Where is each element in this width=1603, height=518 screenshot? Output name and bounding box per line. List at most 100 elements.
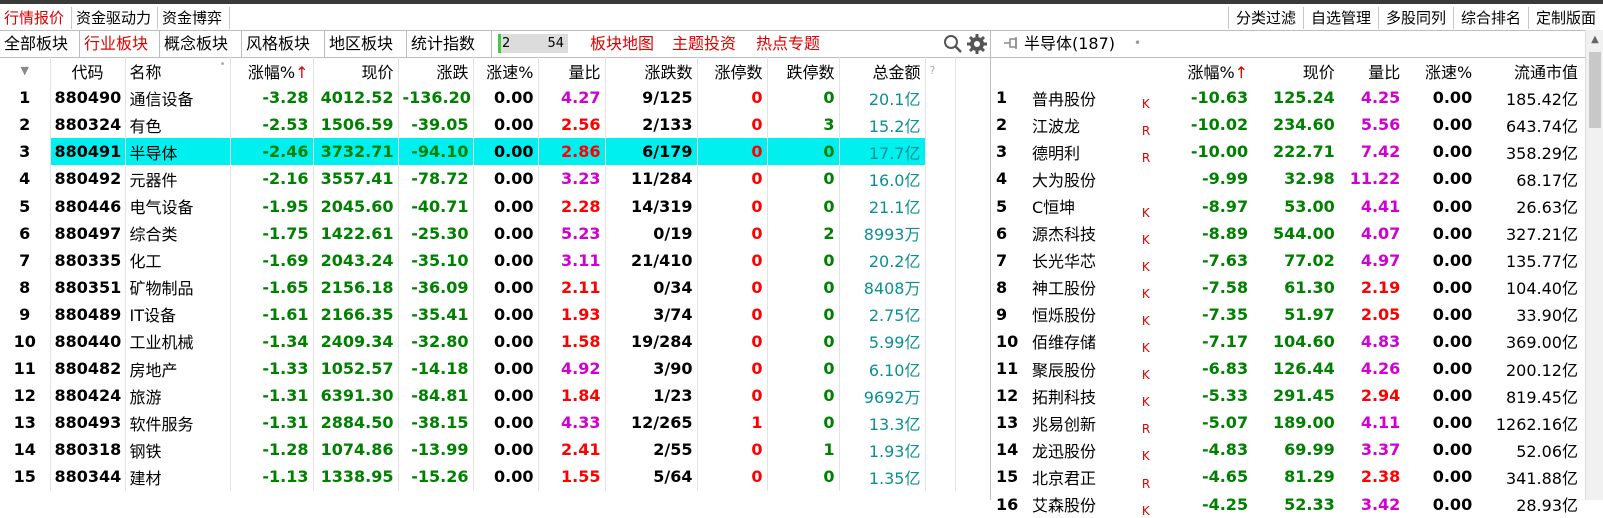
table-row[interactable]: 13 880493 软件服务 -1.31 2884.50 -38.15 0.00 4.33 12… <box>0 409 956 437</box>
watchlist-manage-button[interactable]: 自选管理 <box>1303 7 1378 29</box>
row-volume-ratio: 2.86 <box>538 138 606 166</box>
table-row[interactable]: 7 长光华芯 K -7.63 77.02 4.97 0.00 135.77亿 <box>992 247 1582 274</box>
row-market-tag: K <box>1141 259 1150 274</box>
table-row[interactable]: 9 恒烁股份 K -7.35 51.97 2.05 0.00 33.90亿 <box>992 301 1582 328</box>
row-amount: 16.0亿 <box>839 165 926 193</box>
table-row[interactable]: 9 880489 IT设备 -1.61 2166.35 -35.41 0.00 1.93 3/7… <box>0 300 956 328</box>
table-row[interactable]: 3 880491 半导体 -2.46 3732.71 -94.10 0.00 2.86 6/17… <box>0 138 956 166</box>
row-volume-ratio: 3.37 <box>1360 440 1401 460</box>
row-name: 兆易创新 <box>1031 414 1096 434</box>
row-index: 16 <box>996 494 1019 514</box>
col-updown-count[interactable]: 涨跌数 <box>605 57 698 85</box>
col-tag-blank <box>1138 57 1170 84</box>
col-code[interactable]: 代码 <box>50 57 126 85</box>
ranking-button[interactable]: 综合排名 <box>1453 7 1528 29</box>
table-row[interactable]: 13 兆易创新 R -5.07 189.00 4.11 0.00 1262.16亿 <box>992 409 1582 436</box>
tab-industry-boards[interactable]: 行业板块 <box>80 30 160 57</box>
col-amount[interactable]: 总金额 <box>839 57 926 85</box>
col-volume-ratio[interactable]: 量比 <box>1339 57 1405 84</box>
col-price[interactable]: 现价 <box>1252 57 1339 84</box>
table-row[interactable]: 16 艾森股份 K -4.25 52.33 3.42 0.00 28.93亿 <box>992 491 1582 518</box>
help-icon[interactable]: ? <box>925 57 956 85</box>
col-pct[interactable]: 涨幅%↑ <box>1170 57 1252 84</box>
table-row[interactable]: 1 880490 通信设备 -3.28 4012.52 -136.20 0.00 4.27 9/… <box>0 84 956 112</box>
table-row[interactable]: 4 大为股份 -9.99 32.98 11.22 0.00 68.17亿 <box>992 165 1582 192</box>
tab-region-boards[interactable]: 地区板块 <box>325 30 407 57</box>
table-row[interactable]: 14 880318 钢铁 -1.28 1074.86 -13.99 0.00 2.41 2/55… <box>0 436 956 464</box>
row-limit-down: 0 <box>767 84 840 112</box>
table-row[interactable]: 10 880440 工业机械 -1.34 2409.34 -32.80 0.00 1.58 19… <box>0 327 956 356</box>
table-row[interactable]: 10 佰维存储 K -7.17 104.60 4.83 0.00 369.00亿 <box>992 328 1582 355</box>
col-change[interactable]: 涨跌 <box>398 57 474 85</box>
tab-fund-game[interactable]: 资金博弈 <box>158 7 230 29</box>
table-row[interactable]: 6 880497 综合类 -1.75 1422.61 -25.30 0.00 5.23 0/19… <box>0 219 956 247</box>
table-row[interactable]: 4 880492 元器件 -2.16 3557.41 -78.72 0.00 3.23 11/2… <box>0 165 956 193</box>
table-row[interactable]: 7 880335 化工 -1.69 2043.24 -35.10 0.00 3.11 21/41… <box>0 246 956 274</box>
col-price[interactable]: 现价 <box>313 57 399 85</box>
col-limit-up[interactable]: 涨停数 <box>697 57 768 85</box>
col-name[interactable]: 名称 • <box>125 57 231 85</box>
table-row[interactable]: 3 德明利 R -10.00 222.71 7.42 0.00 358.29亿 <box>992 138 1582 165</box>
row-limit-up: 0 <box>697 138 768 166</box>
table-row[interactable]: 11 聚辰股份 K -6.83 126.44 4.26 0.00 200.12亿 <box>992 355 1582 382</box>
col-speed[interactable]: 涨速% <box>1404 57 1476 84</box>
row-name: 佰维存储 <box>1031 333 1096 353</box>
row-market-tag: K <box>1141 205 1150 220</box>
table-row[interactable]: 8 880351 矿物制品 -1.65 2156.18 -36.09 0.00 2.11 0/3… <box>0 273 956 301</box>
table-row[interactable]: 12 拓荆科技 K -5.33 291.45 2.94 0.00 819.45亿 <box>992 382 1582 409</box>
panel-divider[interactable] <box>990 30 991 500</box>
multi-stock-button[interactable]: 多股同列 <box>1378 7 1453 29</box>
table-row[interactable]: 8 神工股份 K -7.58 61.30 2.19 0.00 104.40亿 <box>992 274 1582 301</box>
col-speed[interactable]: 涨速% <box>473 57 539 85</box>
page-progress-bar[interactable]: 2 54 <box>498 34 568 53</box>
row-limit-up: 0 <box>697 246 768 274</box>
row-market-tag: R <box>1141 422 1151 437</box>
tab-style-boards[interactable]: 风格板块 <box>242 30 325 57</box>
row-pct: -6.83 <box>1201 359 1249 379</box>
search-icon[interactable] <box>942 33 964 55</box>
row-volume-ratio: 4.11 <box>1360 413 1401 433</box>
row-updown-count: 12/265 <box>605 409 698 437</box>
theme-invest-link[interactable]: 主题投资 <box>672 30 736 57</box>
tab-stat-index[interactable]: 统计指数 <box>407 30 492 57</box>
col-volume-ratio[interactable]: 量比 <box>538 57 606 85</box>
custom-layout-button[interactable]: 定制版面 <box>1528 7 1603 29</box>
industry-board-table: ▼ 代码 名称 • 涨幅%↑ 现价 涨跌 涨速% 量比 涨跌数 涨停数 跌停数 总… <box>0 57 956 491</box>
row-pct: -1.31 <box>230 382 314 410</box>
row-price: 51.97 <box>1284 304 1335 324</box>
right-panel-title: 半导体(187) <box>1024 34 1116 53</box>
sort-toggle-icon[interactable]: ▼ <box>0 57 51 85</box>
tab-fund-drive[interactable]: 资金驱动力 <box>72 7 158 29</box>
table-row[interactable]: 1 普冉股份 K -10.63 125.24 4.25 0.00 185.42亿 <box>992 84 1582 111</box>
row-speed: 0.00 <box>1432 386 1473 406</box>
table-row[interactable]: 6 源杰科技 K -8.89 544.00 4.07 0.00 327.21亿 <box>992 220 1582 247</box>
scrollbar-thumb[interactable] <box>1589 52 1601 128</box>
gear-icon[interactable] <box>966 33 988 55</box>
table-row[interactable]: 5 880446 电气设备 -1.95 2045.60 -40.71 0.00 2.28 14/… <box>0 192 956 220</box>
title-dot-icon: • <box>1134 36 1142 50</box>
table-row[interactable]: 12 880424 旅游 -1.31 6391.30 -84.81 0.00 1.84 1/23… <box>0 382 956 410</box>
row-market-tag: K <box>1141 97 1150 112</box>
table-row[interactable]: 14 龙迅股份 K -4.83 69.99 3.37 0.00 52.06亿 <box>992 436 1582 463</box>
col-pct[interactable]: 涨幅%↑ <box>230 57 314 85</box>
row-price: 126.44 <box>1273 359 1335 379</box>
col-market-cap[interactable]: 流通市值 <box>1476 57 1582 84</box>
tab-quote[interactable]: 行情报价 <box>0 7 72 29</box>
pin-icon[interactable] <box>1002 34 1020 52</box>
table-row[interactable]: 11 880482 房地产 -1.33 1052.57 -14.18 0.00 4.92 3/9… <box>0 355 956 383</box>
table-row[interactable]: 15 北京君正 R -4.65 81.29 2.38 0.00 341.88亿 <box>992 463 1582 490</box>
row-volume-ratio: 3.11 <box>538 246 606 274</box>
hot-topic-link[interactable]: 热点专题 <box>756 30 820 57</box>
tab-concept-boards[interactable]: 概念板块 <box>160 30 242 57</box>
chevron-up-icon[interactable]: ▲ <box>1588 33 1602 47</box>
table-row[interactable]: 2 880324 有色 -2.53 1506.59 -39.05 0.00 2.56 2/133… <box>0 111 956 139</box>
row-index: 11 <box>0 355 51 383</box>
board-map-link[interactable]: 板块地图 <box>590 30 654 57</box>
tab-all-boards[interactable]: 全部板块 <box>0 30 80 57</box>
table-row[interactable]: 15 880344 建材 -1.13 1338.95 -15.26 0.00 1.55 5/64… <box>0 463 956 491</box>
category-filter-button[interactable]: 分类过滤 <box>1228 7 1303 29</box>
table-row[interactable]: 2 江波龙 R -10.02 234.60 5.56 0.00 643.74亿 <box>992 111 1582 138</box>
table-row[interactable]: 5 C恒坤 K -8.97 53.00 4.41 0.00 26.63亿 <box>992 192 1582 220</box>
vertical-scrollbar[interactable]: ▲ <box>1585 30 1603 500</box>
col-limit-down[interactable]: 跌停数 <box>767 57 840 85</box>
